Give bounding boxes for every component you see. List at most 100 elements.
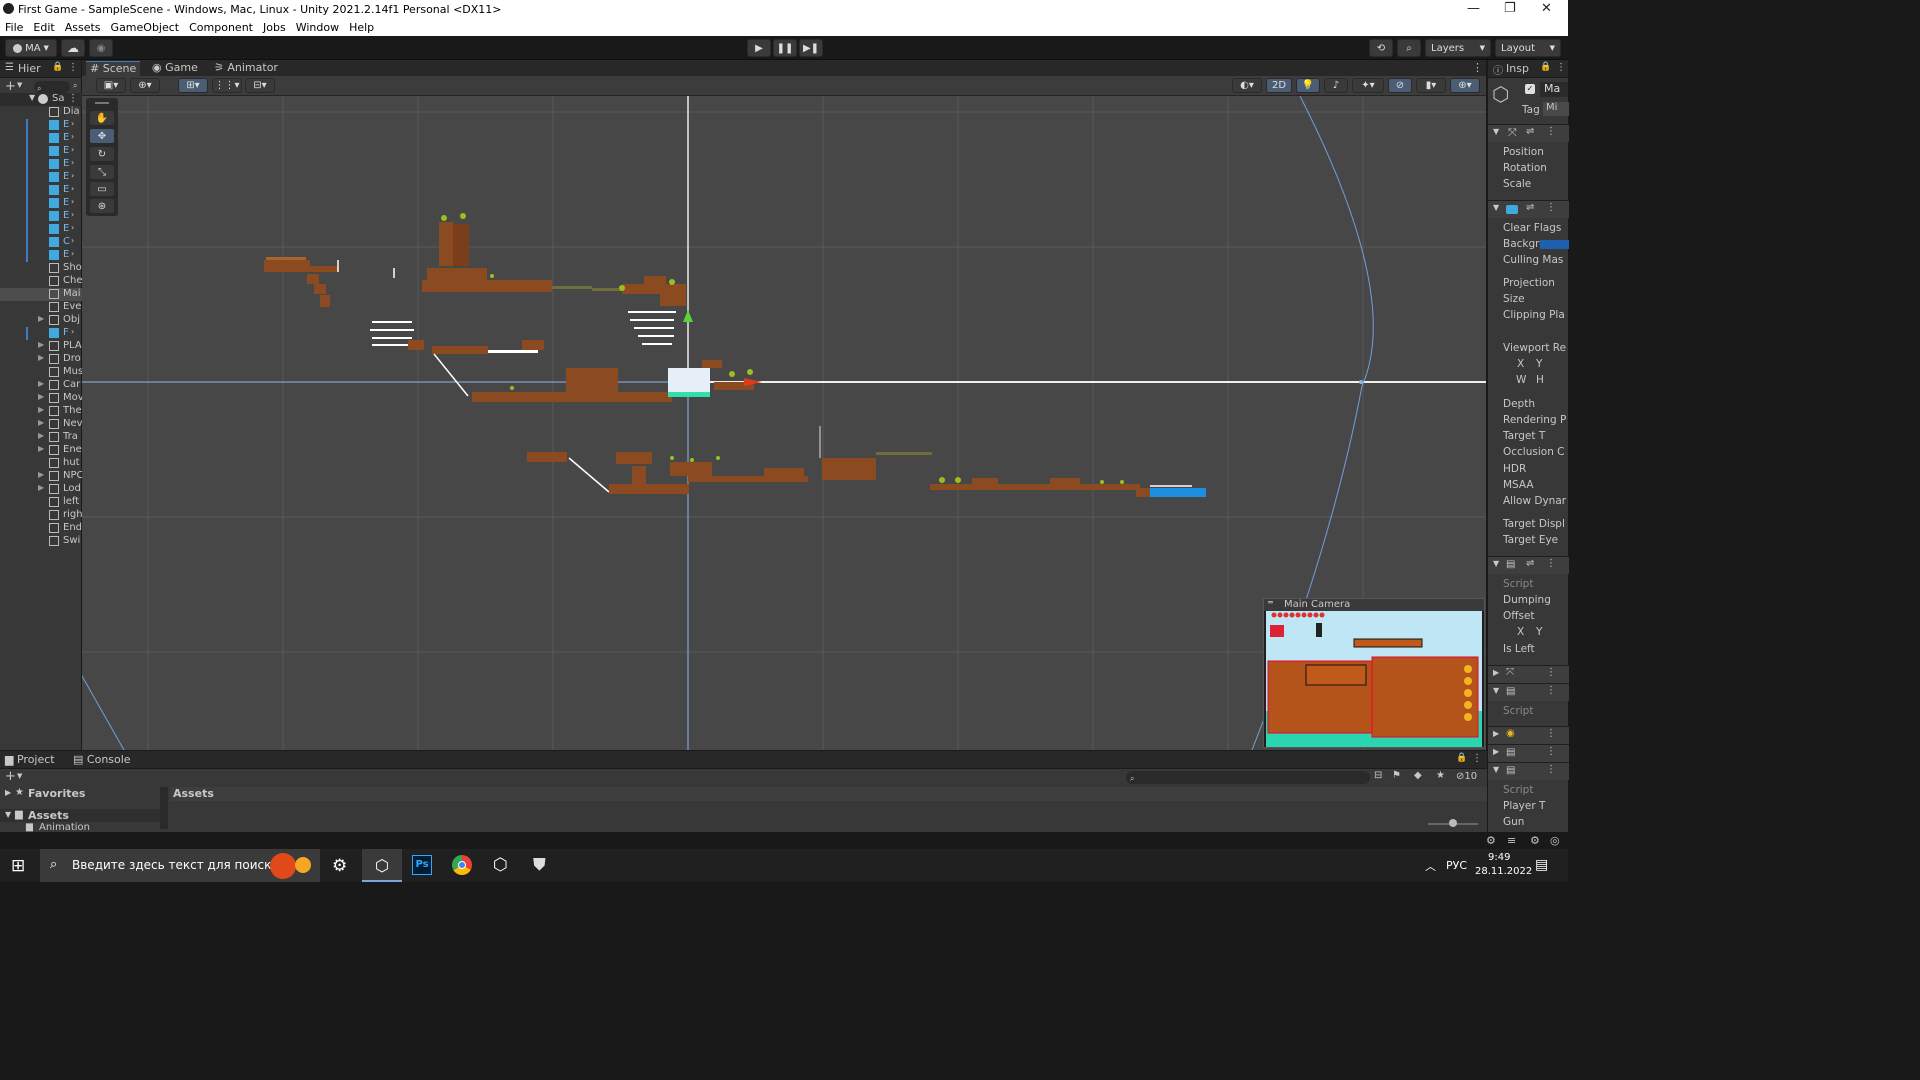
component-header-6[interactable]: ▼ ▤ ⋮ [1488, 683, 1569, 701]
menu-component[interactable]: Component [184, 20, 258, 35]
draw-mode-dropdown[interactable]: ▣▾ [96, 78, 126, 93]
hierarchy-item[interactable]: ▶ PLA [0, 340, 82, 353]
hierarchy-item[interactable]: ▶ Tra [0, 431, 82, 444]
maximize-button[interactable]: ❐ [1504, 1, 1516, 16]
hierarchy-item[interactable]: E › [0, 197, 82, 210]
more-icon[interactable]: ⋮ [1472, 753, 1482, 764]
hierarchy-item[interactable]: E › [0, 210, 82, 223]
more-icon[interactable]: ⋮ [68, 62, 78, 73]
hierarchy-item[interactable]: E › [0, 184, 82, 197]
open-prefab-icon[interactable]: › [71, 158, 74, 167]
hierarchy-item[interactable]: ▶ Car [0, 379, 82, 392]
expand-icon[interactable]: ▶ [38, 483, 44, 492]
grid-snap-toggle[interactable]: ⊞▾ [178, 78, 208, 93]
hierarchy-item[interactable]: ▶ NPC [0, 470, 82, 483]
account-dropdown[interactable]: MA ▼ [5, 39, 57, 57]
expand-icon[interactable]: ▶ [38, 314, 44, 323]
debug-icon[interactable]: ⚙ [1530, 834, 1540, 847]
step-button[interactable]: ▶❚ [799, 39, 823, 57]
expand-icon[interactable]: ▶ [38, 405, 44, 414]
preset-icon[interactable]: ⇌ [1526, 558, 1534, 569]
play-button[interactable]: ▶ [747, 39, 771, 57]
hierarchy-item[interactable]: ▶ Nev [0, 418, 82, 431]
cloud-button[interactable]: ☁ [61, 39, 85, 57]
favorites-item[interactable]: ▶ ★ Favorites [0, 787, 160, 801]
hierarchy-item[interactable]: Eve [0, 301, 82, 314]
shading-dropdown[interactable]: ◐▾ [1232, 78, 1262, 93]
layers-dropdown[interactable]: Layers ▼ [1425, 39, 1491, 57]
hierarchy-item[interactable]: E › [0, 145, 82, 158]
hierarchy-item[interactable]: ▶ Obj [0, 314, 82, 327]
hierarchy-item[interactable]: F › [0, 327, 82, 340]
effects-dropdown[interactable]: ✦▾ [1352, 78, 1384, 93]
menu-edit[interactable]: Edit [28, 20, 59, 35]
open-prefab-icon[interactable]: › [71, 184, 74, 193]
move-tool[interactable]: ✥ [89, 128, 115, 144]
hierarchy-item[interactable]: E › [0, 132, 82, 145]
open-prefab-icon[interactable]: › [71, 249, 74, 258]
add-icon[interactable]: + [5, 769, 16, 784]
open-prefab-icon[interactable]: › [71, 210, 74, 219]
more-icon[interactable]: ⋮ [1556, 62, 1566, 73]
unity-hub-icon[interactable]: ⬡ [493, 855, 508, 875]
camera-dropdown[interactable]: ▮▾ [1416, 78, 1446, 93]
increment-snap-toggle[interactable]: ⊟▾ [245, 78, 275, 93]
more-icon[interactable]: ⋮ [1546, 685, 1556, 696]
cache-icon[interactable]: ≡ [1507, 834, 1516, 847]
rotate-tool[interactable]: ↻ [89, 146, 115, 162]
more-icon[interactable]: ⋮ [1546, 202, 1556, 213]
more-icon[interactable]: ⋮ [1472, 61, 1483, 74]
unity-taskbar-button[interactable]: ⬡ [362, 849, 402, 882]
hidden-packages-button[interactable]: ⊘10 [1456, 771, 1477, 782]
hierarchy-item[interactable]: Che [0, 275, 82, 288]
tab-scene[interactable]: # Scene [86, 61, 141, 76]
pause-button[interactable]: ❚❚ [773, 39, 797, 57]
hierarchy-item[interactable]: Dia [0, 106, 82, 119]
steam-icon[interactable]: ⚙ [332, 856, 347, 876]
more-icon[interactable]: ⋮ [1546, 746, 1556, 757]
rect-tool[interactable]: ▭ [89, 181, 115, 197]
notification-icon[interactable]: ▤ [1535, 857, 1548, 873]
tab-game[interactable]: ◉ Game [148, 61, 202, 76]
transform-header[interactable]: ▼ ⤧ ⇌ ⋮ [1488, 124, 1569, 142]
background-color-swatch[interactable] [1540, 240, 1569, 249]
open-prefab-icon[interactable]: › [71, 223, 74, 232]
history-button[interactable]: ⟲ [1369, 39, 1393, 57]
chevron-down-icon[interactable]: ▼ [17, 81, 22, 89]
search-button[interactable]: ⌕ [1397, 39, 1421, 57]
hierarchy-item[interactable]: Sho [0, 262, 82, 275]
component-header-5[interactable]: ▶ ⤧ ⋮ [1488, 665, 1569, 683]
menu-window[interactable]: Window [291, 20, 344, 35]
tag-icon[interactable]: ◆ [1414, 770, 1422, 781]
audio-toggle[interactable]: ♪ [1324, 78, 1348, 93]
hierarchy-item[interactable]: Swi [0, 535, 82, 548]
language-indicator[interactable]: РУС [1446, 859, 1467, 872]
open-prefab-icon[interactable]: › [71, 119, 74, 128]
component-header-8[interactable]: ▶ ▤ ⋮ [1488, 744, 1569, 762]
lock-icon[interactable]: 🔒 [1540, 62, 1551, 72]
move-gizmo-y[interactable] [683, 310, 693, 322]
hierarchy-item[interactable]: E › [0, 249, 82, 262]
open-prefab-icon[interactable]: › [71, 145, 74, 154]
hierarchy-item[interactable]: ▶ Ene [0, 444, 82, 457]
more-icon[interactable]: ⋮ [1546, 728, 1556, 739]
hierarchy-item[interactable]: E › [0, 158, 82, 171]
chevron-down-icon[interactable]: ▼ [17, 772, 22, 780]
hierarchy-item[interactable]: left [0, 496, 82, 509]
lock-icon[interactable]: 🔒 [52, 62, 63, 72]
hierarchy-item[interactable]: ▶ Dro [0, 353, 82, 366]
render-mode-dropdown[interactable]: ⊕▾ [130, 78, 160, 93]
add-icon[interactable]: + [5, 79, 16, 94]
transform-tool[interactable]: ⊛ [89, 198, 115, 214]
clock-date[interactable]: 28.11.2022 [1475, 866, 1532, 877]
filter-by-type-icon[interactable]: ⊟ [1374, 770, 1382, 781]
gizmos-dropdown[interactable]: ⊕▾ [1450, 78, 1480, 93]
assets-item[interactable]: ▼ ▆ Assets [0, 809, 160, 822]
minimize-button[interactable]: — [1467, 1, 1480, 16]
audio-listener-header[interactable]: ▶ ◉ ⋮ [1488, 726, 1569, 744]
open-prefab-icon[interactable]: › [71, 236, 74, 245]
hierarchy-item[interactable]: hut [0, 457, 82, 470]
clock-time[interactable]: 9:49 [1488, 852, 1510, 863]
expand-icon[interactable]: ▶ [38, 418, 44, 427]
chevron-up-icon[interactable]: ︿ [1425, 858, 1436, 874]
